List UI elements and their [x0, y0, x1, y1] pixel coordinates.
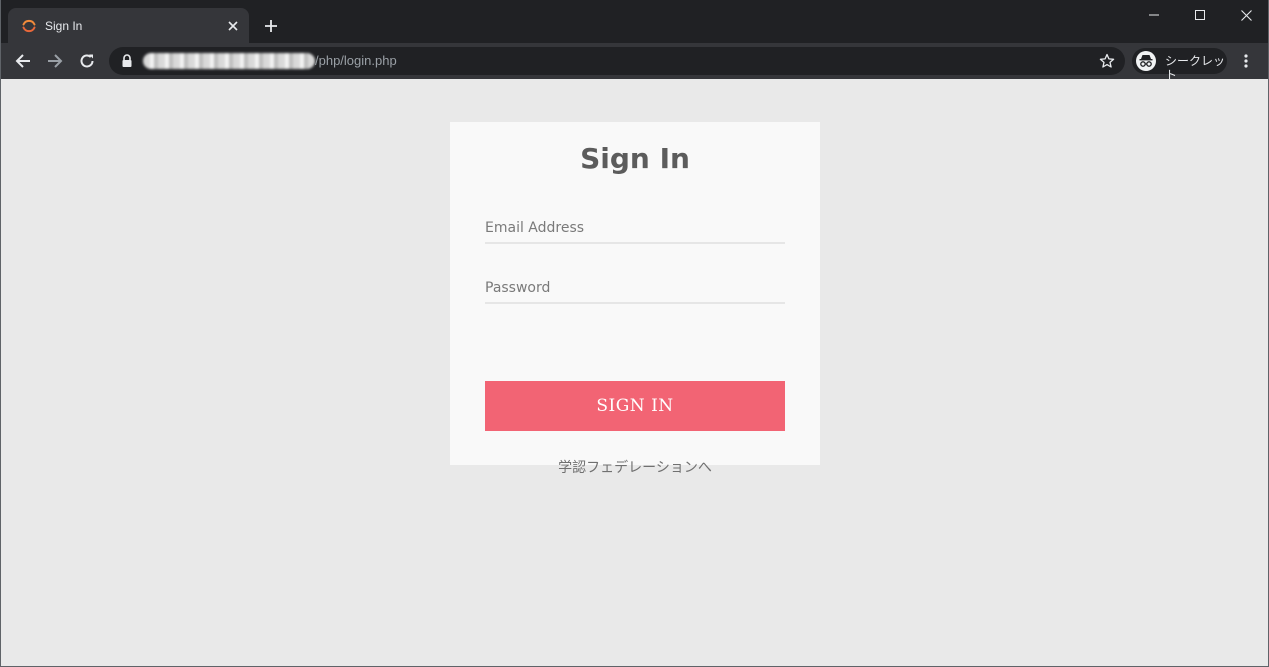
browser-window: Sign In /php/login.php シークレット Sign In Em…	[0, 0, 1269, 667]
federation-link[interactable]: 学認フェデレーションへ	[450, 459, 820, 477]
minimize-icon[interactable]	[1131, 0, 1177, 30]
forward-arrow-icon[interactable]	[42, 48, 68, 74]
tab-title: Sign In	[45, 19, 83, 33]
sign-in-button[interactable]: SIGN IN	[485, 381, 785, 431]
maximize-icon[interactable]	[1177, 0, 1223, 30]
url-text: /php/login.php	[143, 54, 397, 68]
window-close-icon[interactable]	[1223, 0, 1269, 30]
incognito-icon	[1136, 51, 1156, 71]
browser-toolbar: /php/login.php シークレット	[0, 43, 1269, 82]
url-path: /php/login.php	[315, 53, 397, 68]
back-arrow-icon[interactable]	[10, 48, 36, 74]
incognito-badge[interactable]: シークレット	[1132, 48, 1227, 82]
address-bar[interactable]: /php/login.php	[109, 47, 1125, 75]
page-viewport: Sign In SIGN IN 学認フェデレーションへ	[1, 79, 1268, 666]
lock-icon[interactable]	[121, 54, 133, 68]
more-vert-icon[interactable]	[1236, 48, 1256, 74]
tab-sign-in[interactable]: Sign In	[8, 8, 249, 43]
app-favicon-icon	[21, 18, 37, 34]
email-field[interactable]	[485, 214, 785, 244]
page-title: Sign In	[580, 142, 690, 175]
close-icon[interactable]	[223, 16, 243, 36]
plus-icon[interactable]	[259, 14, 283, 38]
reload-icon[interactable]	[74, 48, 100, 74]
tab-strip: Sign In	[0, 0, 1269, 43]
incognito-label: シークレット	[1165, 54, 1226, 82]
login-card: Sign In SIGN IN 学認フェデレーションへ	[450, 122, 820, 476]
password-field[interactable]	[485, 274, 785, 304]
star-icon[interactable]	[1099, 53, 1115, 69]
